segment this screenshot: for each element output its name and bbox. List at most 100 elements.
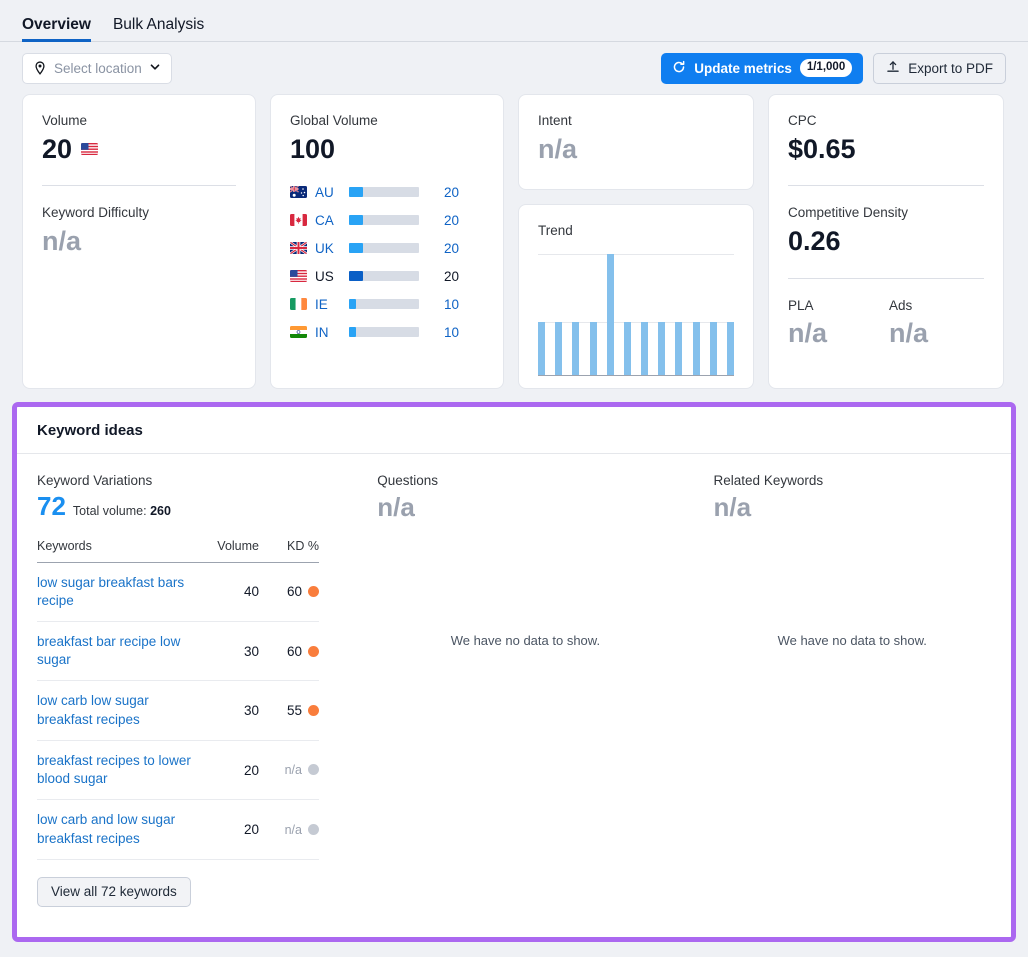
keyword-link[interactable]: low sugar breakfast bars recipe xyxy=(37,574,207,610)
volume-value-row: 20 xyxy=(42,134,236,166)
divider xyxy=(788,277,984,279)
us-flag-icon xyxy=(81,143,99,156)
volume-value: 20 xyxy=(42,133,73,164)
volume-label: Volume xyxy=(42,113,88,128)
intent-label: Intent xyxy=(538,113,572,128)
keyword-variations-column: Keyword Variations 72 Total volume: 260 … xyxy=(17,454,357,907)
country-code: US xyxy=(315,268,334,284)
column-header-volume[interactable]: Volume xyxy=(207,538,259,563)
update-metrics-button[interactable]: Update metrics 1/1,000 xyxy=(661,52,864,84)
location-pin-icon xyxy=(33,61,47,75)
global-volume-row[interactable]: US 20 xyxy=(290,262,484,290)
pla-value: n/a xyxy=(788,318,828,349)
au-flag-icon xyxy=(290,186,307,199)
global-volume-row[interactable]: UK 20 xyxy=(290,234,484,262)
total-volume-value: 260 xyxy=(150,504,171,518)
table-row: low sugar breakfast bars recipe 40 60 xyxy=(37,562,319,623)
global-volume-label: Global Volume xyxy=(290,113,378,128)
keyword-volume: 20 xyxy=(207,799,259,860)
ca-flag-icon xyxy=(290,214,307,227)
divider xyxy=(788,185,984,187)
competitive-density-value: 0.26 xyxy=(788,225,841,256)
tab-overview[interactable]: Overview xyxy=(22,16,91,42)
keyword-variations-table: Keywords Volume KD % low sugar breakfast… xyxy=(37,538,319,860)
country-code: CA xyxy=(315,212,334,228)
related-keywords-column: Related Keywords n/a We have no data to … xyxy=(694,454,1011,907)
table-row: breakfast bar recipe low sugar 30 60 xyxy=(37,621,319,682)
upload-icon xyxy=(886,60,900,77)
global-volume-list: AU 20 CA 20 UK 20 US 20 IE 10 IN 10 xyxy=(290,178,484,346)
country-volume: 20 xyxy=(443,240,459,256)
keyword-link[interactable]: breakfast bar recipe low sugar xyxy=(37,633,207,669)
tab-bar: Overview Bulk Analysis xyxy=(0,0,1028,42)
volume-bar xyxy=(349,187,419,198)
total-volume-label: Total volume: xyxy=(72,504,147,518)
volume-bar xyxy=(349,299,419,310)
volume-bar xyxy=(349,271,419,282)
country-volume: 20 xyxy=(443,184,459,200)
keyword-kd: 60 xyxy=(259,621,319,682)
keyword-volume: 30 xyxy=(207,621,259,682)
trend-bars xyxy=(538,253,734,375)
country-code: IE xyxy=(315,296,328,312)
volume-bar xyxy=(349,327,419,338)
metric-cards: Volume 20 Keyword Difficulty n/a Global … xyxy=(0,94,1028,389)
country-volume: 10 xyxy=(443,324,459,340)
global-volume-row[interactable]: AU 20 xyxy=(290,178,484,206)
global-volume-row[interactable]: CA 20 xyxy=(290,206,484,234)
table-row: breakfast recipes to lower blood sugar 2… xyxy=(37,740,319,801)
update-metrics-label: Update metrics xyxy=(694,60,792,76)
volume-bar xyxy=(349,215,419,226)
keyword-ideas-title: Keyword ideas xyxy=(17,407,1011,454)
country-code: IN xyxy=(315,324,329,340)
global-volume-row[interactable]: IE 10 xyxy=(290,290,484,318)
card-global-volume: Global Volume 100 AU 20 CA 20 UK 20 US 2… xyxy=(270,94,504,389)
cpc-value: $0.65 xyxy=(788,133,856,164)
intent-value: n/a xyxy=(538,133,578,164)
global-volume-value: 100 xyxy=(290,133,336,164)
location-select-label: Select location xyxy=(54,60,142,76)
refresh-icon xyxy=(672,60,686,77)
country-volume: 20 xyxy=(443,268,459,284)
tab-bulk-analysis[interactable]: Bulk Analysis xyxy=(113,16,204,42)
related-keywords-value: n/a xyxy=(713,492,752,522)
chevron-down-icon xyxy=(149,61,161,76)
global-volume-row[interactable]: IN 10 xyxy=(290,318,484,346)
country-volume: 10 xyxy=(443,296,459,312)
kd-dot xyxy=(308,823,319,835)
export-pdf-label: Export to PDF xyxy=(908,60,993,76)
card-cpc: CPC $0.65 Competitive Density 0.26 PLA n… xyxy=(768,94,1004,389)
questions-empty-message: We have no data to show. xyxy=(450,633,601,648)
kd-dot xyxy=(308,586,319,598)
keyword-volume: 20 xyxy=(207,740,259,801)
kd-dot xyxy=(308,764,319,776)
ads-label: Ads xyxy=(889,297,913,313)
keyword-link[interactable]: low carb low sugar breakfast recipes xyxy=(37,692,207,728)
in-flag-icon xyxy=(290,326,307,339)
keyword-link[interactable]: breakfast recipes to lower blood sugar xyxy=(37,752,207,788)
keyword-variations-count: 72 xyxy=(37,491,66,521)
kd-dot xyxy=(308,705,319,717)
keyword-link[interactable]: low carb and low sugar breakfast recipes xyxy=(37,811,207,847)
keyword-kd: n/a xyxy=(259,799,319,860)
uk-flag-icon xyxy=(290,242,307,255)
ie-flag-icon xyxy=(290,298,307,311)
location-select[interactable]: Select location xyxy=(22,52,172,84)
keyword-kd: 60 xyxy=(259,562,319,623)
export-pdf-button[interactable]: Export to PDF xyxy=(873,52,1006,84)
questions-title: Questions xyxy=(377,473,439,488)
questions-column: Questions n/a We have no data to show. xyxy=(357,454,693,907)
update-metrics-badge: 1/1,000 xyxy=(799,59,853,77)
cpc-label: CPC xyxy=(788,113,817,128)
keyword-difficulty-value: n/a xyxy=(42,225,82,256)
card-trend: Trend xyxy=(518,204,754,389)
keyword-kd: 55 xyxy=(259,680,319,741)
column-header-keywords[interactable]: Keywords xyxy=(37,538,207,563)
column-header-kd[interactable]: KD % xyxy=(259,538,319,563)
kd-dot xyxy=(308,645,319,657)
volume-bar xyxy=(349,243,419,254)
view-all-keywords-button[interactable]: View all 72 keywords xyxy=(37,876,191,907)
questions-value: n/a xyxy=(377,492,415,522)
related-keywords-empty-message: We have no data to show. xyxy=(777,633,927,648)
card-intent: Intent n/a xyxy=(518,94,754,190)
